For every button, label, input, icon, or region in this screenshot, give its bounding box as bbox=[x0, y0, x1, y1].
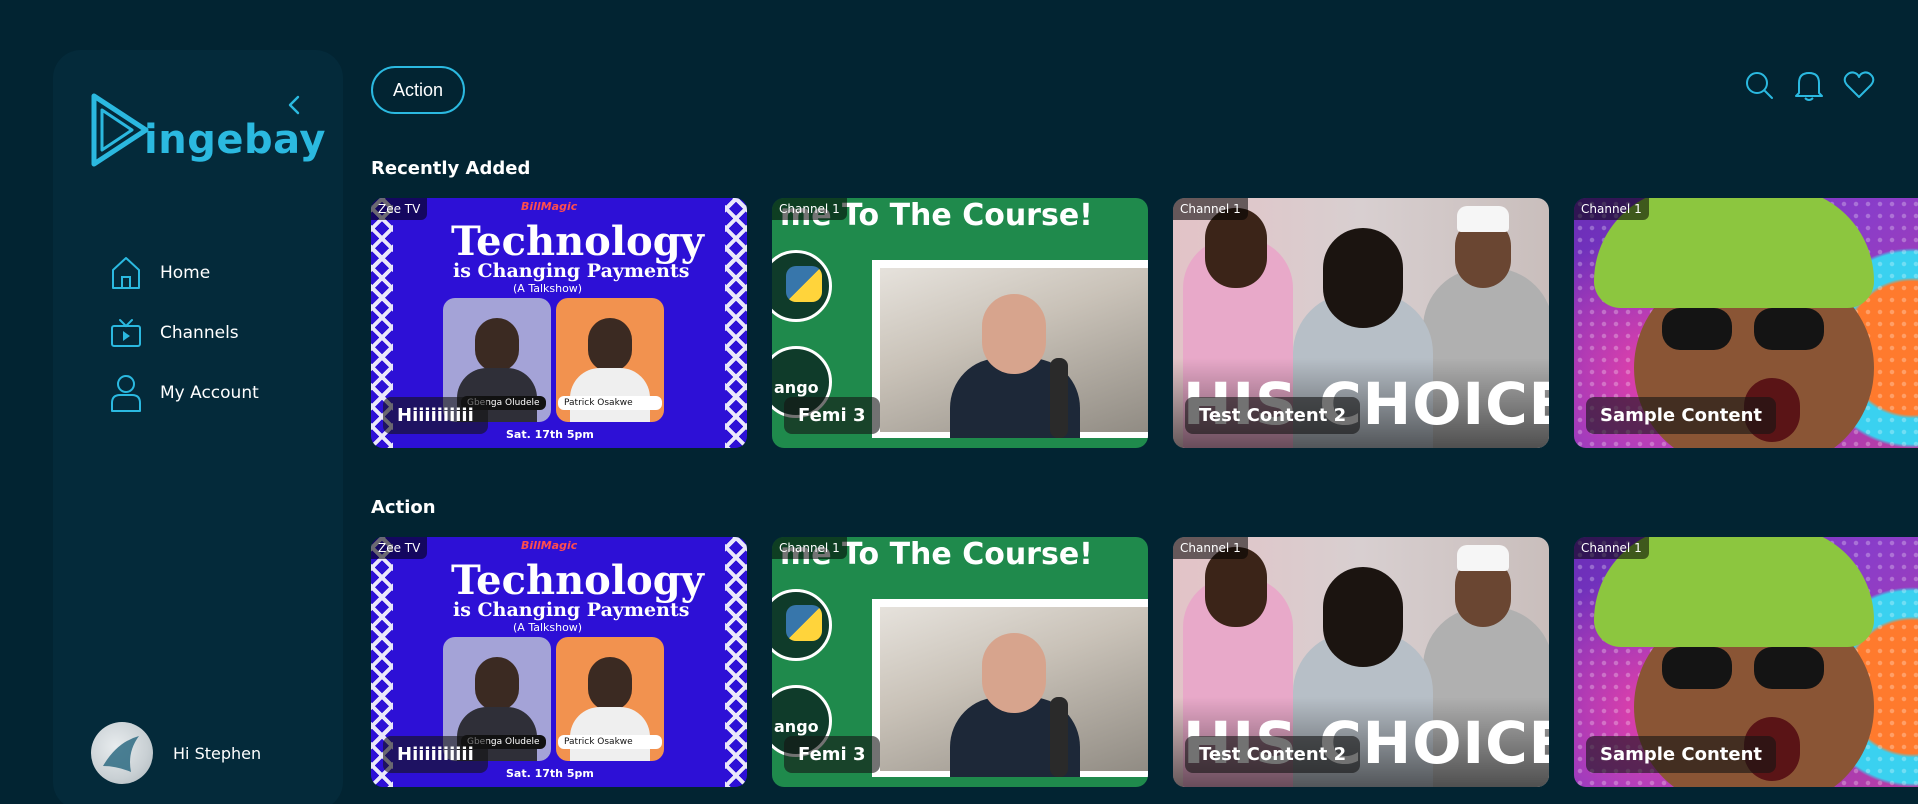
content-card[interactable]: HIS CHOICE Channel 1 Test Content 2 bbox=[1173, 198, 1549, 448]
header-actions bbox=[1742, 68, 1876, 102]
logo-text: ingebay bbox=[144, 117, 326, 163]
bell-icon[interactable] bbox=[1792, 68, 1826, 102]
thumb-figure bbox=[1323, 228, 1403, 328]
home-icon bbox=[108, 253, 144, 293]
nav-label-channels: Channels bbox=[160, 323, 239, 343]
thumb-figure bbox=[1754, 308, 1824, 350]
nav-item-home[interactable]: Home bbox=[108, 253, 259, 293]
card-title: Hiiiiiiiiii bbox=[383, 397, 488, 434]
content-row-action: BillMagic Technology is Changing Payment… bbox=[371, 537, 1918, 787]
thumb-side-text: ango bbox=[774, 378, 819, 397]
card-channel-badge: Channel 1 bbox=[772, 198, 847, 220]
genre-filter-chip[interactable]: Action bbox=[371, 66, 466, 114]
thumb-subhead: is Changing Payments bbox=[453, 599, 690, 621]
card-title: Sample Content bbox=[1586, 736, 1777, 773]
sidebar-nav: Home Channels My Account bbox=[108, 253, 259, 433]
avatar bbox=[91, 722, 153, 784]
nav-item-my-account[interactable]: My Account bbox=[108, 373, 259, 413]
thumb-tagline: (A Talkshow) bbox=[513, 282, 583, 295]
play-logo-icon bbox=[91, 93, 149, 167]
content-card[interactable]: me To The Course! ango Channel 1 Femi 3 bbox=[772, 537, 1148, 787]
thumb-host-name: Patrick Osakwe bbox=[558, 735, 662, 749]
thumb-figure bbox=[1457, 206, 1509, 232]
card-title: Test Content 2 bbox=[1185, 736, 1361, 773]
search-icon[interactable] bbox=[1742, 68, 1776, 102]
thumb-headline: Technology bbox=[451, 218, 704, 265]
thumb-pattern bbox=[725, 198, 747, 448]
content-card[interactable]: BillMagic Technology is Changing Payment… bbox=[371, 198, 747, 448]
user-greeting: Hi Stephen bbox=[173, 743, 262, 763]
python-logo-icon bbox=[786, 266, 822, 302]
thumb-brand: BillMagic bbox=[521, 200, 578, 213]
thumb-figure bbox=[1205, 547, 1267, 627]
thumb-date: Sat. 17th 5pm bbox=[506, 428, 594, 441]
thumb-side-text: ango bbox=[774, 717, 819, 736]
thumb-tagline: (A Talkshow) bbox=[513, 621, 583, 634]
heart-icon[interactable] bbox=[1842, 68, 1876, 102]
card-channel-badge: Zee TV bbox=[371, 198, 428, 220]
user-icon bbox=[108, 373, 144, 413]
content-card[interactable]: HIS CHOICE Channel 1 Test Content 2 bbox=[1173, 537, 1549, 787]
thumb-subhead: is Changing Payments bbox=[453, 260, 690, 282]
nav-item-channels[interactable]: Channels bbox=[108, 313, 259, 353]
thumb-figure bbox=[1205, 208, 1267, 288]
chevron-left-icon bbox=[288, 95, 300, 115]
card-channel-badge: Zee TV bbox=[371, 537, 428, 559]
thumb-figure bbox=[1754, 647, 1824, 689]
content-row-recently-added: BillMagic Technology is Changing Payment… bbox=[371, 198, 1918, 448]
thumb-figure bbox=[982, 633, 1046, 713]
sidebar: ingebay Home Channels My Account Hi Step… bbox=[53, 50, 343, 804]
card-title: Sample Content bbox=[1586, 397, 1777, 434]
card-channel-badge: Channel 1 bbox=[1173, 198, 1248, 220]
card-title: Hiiiiiiiiii bbox=[383, 736, 488, 773]
content-card[interactable]: Channel 1 Sample Content bbox=[1574, 198, 1918, 448]
thumb-figure bbox=[1457, 545, 1509, 571]
thumb-pattern bbox=[725, 537, 747, 787]
card-title: Femi 3 bbox=[784, 397, 880, 434]
collapse-sidebar-button[interactable] bbox=[279, 90, 309, 120]
section-title-recently-added: Recently Added bbox=[371, 158, 531, 179]
card-channel-badge: Channel 1 bbox=[772, 537, 847, 559]
tv-icon bbox=[108, 313, 144, 353]
python-logo-icon bbox=[786, 605, 822, 641]
content-card[interactable]: BillMagic Technology is Changing Payment… bbox=[371, 537, 747, 787]
thumb-host-name: Patrick Osakwe bbox=[558, 396, 662, 410]
thumb-brand: BillMagic bbox=[521, 539, 578, 552]
content-card[interactable]: me To The Course! ango Channel 1 Femi 3 bbox=[772, 198, 1148, 448]
thumb-figure bbox=[1662, 647, 1732, 689]
microphone-icon bbox=[1050, 697, 1068, 777]
nav-label-my-account: My Account bbox=[160, 383, 259, 403]
microphone-icon bbox=[1050, 358, 1068, 438]
section-title-action: Action bbox=[371, 497, 436, 518]
content-card[interactable]: Channel 1 Sample Content bbox=[1574, 537, 1918, 787]
thumb-figure bbox=[1323, 567, 1403, 667]
thumb-headline: Technology bbox=[451, 557, 704, 604]
thumb-date: Sat. 17th 5pm bbox=[506, 767, 594, 780]
thumb-figure bbox=[1662, 308, 1732, 350]
nav-label-home: Home bbox=[160, 263, 211, 283]
card-title: Femi 3 bbox=[784, 736, 880, 773]
card-channel-badge: Channel 1 bbox=[1574, 537, 1649, 559]
card-channel-badge: Channel 1 bbox=[1574, 198, 1649, 220]
card-title: Test Content 2 bbox=[1185, 397, 1361, 434]
user-profile[interactable]: Hi Stephen bbox=[91, 722, 261, 784]
thumb-figure bbox=[982, 294, 1046, 374]
card-channel-badge: Channel 1 bbox=[1173, 537, 1248, 559]
